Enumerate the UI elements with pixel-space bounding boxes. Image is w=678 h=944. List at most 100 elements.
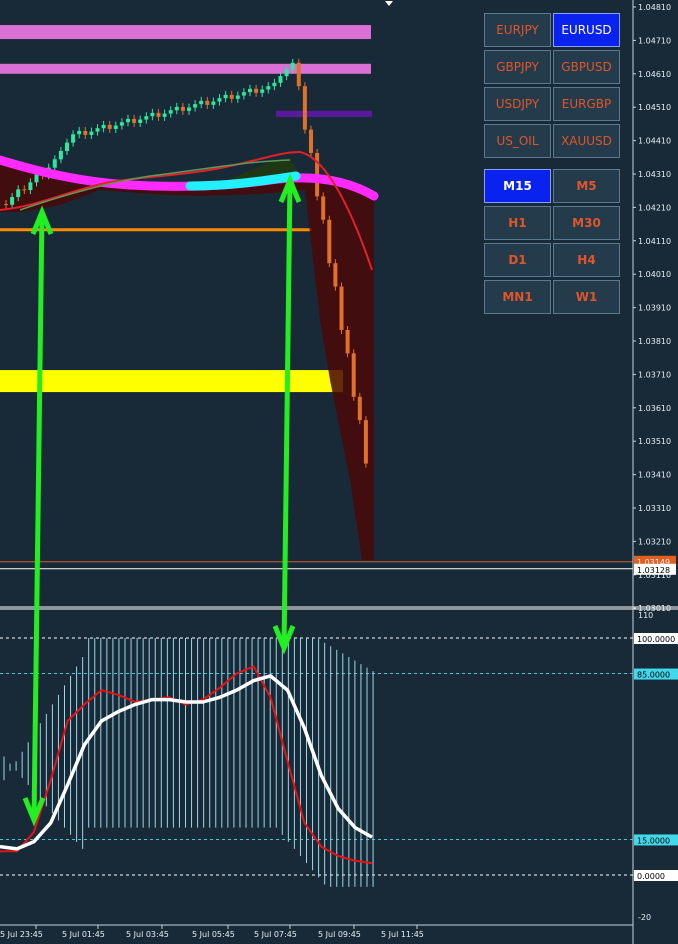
timeframe-button-mn1[interactable]: MN1 (484, 280, 551, 314)
timeframe-button-h1[interactable]: H1 (484, 206, 551, 240)
candle-body (144, 116, 149, 120)
time-axis: 5 Jul 23:45 5 Jul 01:45 5 Jul 03:45 5 Jul 0… (0, 924, 633, 939)
price-axis: 1.04810 1.04710 1.04610 1.04510 1.04410 1.043… (632, 0, 676, 944)
candle-body (58, 150, 63, 160)
candle-body (345, 329, 350, 354)
candle-body (22, 189, 27, 191)
candle-body (52, 159, 57, 168)
price-tick-label: 1.03410 (638, 471, 671, 480)
candle-body (101, 124, 106, 129)
candle-body (95, 128, 100, 132)
price-tick-label: 1.04710 (638, 36, 671, 45)
candle-body (223, 94, 228, 99)
candle-body (211, 101, 216, 105)
symbol-button-us-oil[interactable]: US_OIL (484, 124, 551, 158)
candle-body (156, 112, 161, 117)
price-tick-label: 1.04410 (638, 137, 671, 146)
candle-body (351, 353, 356, 397)
candle-body (107, 124, 112, 129)
timeframe-button-m5[interactable]: M5 (553, 169, 620, 203)
candle-body (16, 189, 21, 198)
candle-body (28, 182, 33, 191)
candle-body (290, 62, 295, 70)
osc-level-tag-label: 85.0000 (637, 671, 670, 680)
symbol-button-usdjpy[interactable]: USDJPY (484, 87, 551, 121)
time-tick-label: 5 Jul 07:45 (254, 930, 297, 939)
candle-body (284, 69, 289, 77)
candle-body (162, 113, 167, 117)
candle-body (254, 88, 259, 93)
candle-body (272, 82, 277, 87)
price-tick-label: 1.03510 (638, 437, 671, 446)
osc-tick-label: -20 (638, 913, 651, 922)
candle-body (321, 196, 326, 220)
candle-body (260, 89, 265, 93)
price-tick-label: 1.04310 (638, 170, 671, 179)
price-tick-label: 1.04110 (638, 237, 671, 246)
price-tick-label: 1.03710 (638, 370, 671, 379)
time-tick-label: 5 Jul 01:45 (62, 930, 105, 939)
candle-body (363, 420, 368, 464)
pink-zone-lower (0, 63, 371, 74)
price-tick-label: 1.04510 (638, 103, 671, 112)
timeframe-button-m30[interactable]: M30 (553, 206, 620, 240)
candle-body (65, 142, 69, 151)
price-tick-label: 1.03310 (638, 504, 671, 513)
price-tick-label: 1.04610 (638, 70, 671, 79)
price-tick-label: 1.03910 (638, 304, 671, 313)
osc-level-tag-label: 100.0000 (637, 635, 675, 644)
price-tick-label: 1.03210 (638, 537, 671, 546)
time-tick-label: 5 Jul 23:45 (0, 930, 43, 939)
timeframe-button-w1[interactable]: W1 (553, 280, 620, 314)
price-tick-label: 1.03810 (638, 337, 671, 346)
arrow-right (281, 179, 293, 649)
candle-body (266, 86, 271, 90)
symbol-button-xauusd[interactable]: XAUUSD (553, 124, 620, 158)
candle-body (71, 134, 76, 143)
candle-body (113, 125, 118, 129)
timeframe-button-h4[interactable]: H4 (553, 243, 620, 277)
candle-body (10, 197, 15, 205)
candle-body (83, 130, 88, 135)
candle-body (296, 62, 301, 87)
candle-body (180, 106, 185, 111)
candle-body (89, 131, 94, 135)
candle-body (339, 286, 344, 330)
time-tick-label: 5 Jul 11:45 (381, 930, 424, 939)
yellow-zone (0, 370, 343, 393)
purple-line (276, 110, 372, 117)
time-tick-label: 5 Jul 03:45 (126, 930, 169, 939)
price-tick-label: 1.04210 (638, 203, 671, 212)
time-tick-label: 5 Jul 05:45 (192, 930, 235, 939)
candle-body (77, 130, 82, 135)
osc-tick-label: 110 (638, 611, 653, 620)
candle-body (229, 94, 234, 99)
bearish-cloud (0, 158, 374, 560)
timeframe-button-d1[interactable]: D1 (484, 243, 551, 277)
candle-body (4, 204, 8, 206)
symbol-button-eurusd[interactable]: EURUSD (553, 13, 620, 47)
price-tick-label: 1.04010 (638, 270, 671, 279)
candle-body (193, 104, 198, 108)
candle-body (217, 98, 222, 102)
oscillator-area[interactable] (0, 637, 633, 887)
candle-body (333, 263, 338, 287)
candle-body (199, 100, 204, 105)
timeframe-button-m15[interactable]: M15 (484, 169, 551, 203)
candle-body (168, 110, 173, 114)
price-tick-label: 1.04810 (638, 3, 671, 12)
shift-marker-icon (385, 1, 393, 6)
candle-body (357, 396, 362, 421)
symbol-button-eurgbp[interactable]: EURGBP (553, 87, 620, 121)
symbol-button-eurjpy[interactable]: EURJPY (484, 13, 551, 47)
price-tick-label: 1.03610 (638, 404, 671, 413)
candle-body (241, 92, 246, 96)
time-tick-label: 5 Jul 09:45 (318, 930, 361, 939)
osc-level-tag-label: 15.0000 (637, 836, 670, 845)
bid-price-tag-label: 1.03128 (637, 566, 670, 575)
candle-body (174, 106, 179, 111)
candle-body (235, 95, 240, 99)
symbol-button-gbpjpy[interactable]: GBPJPY (484, 50, 551, 84)
symbol-button-gbpusd[interactable]: GBPUSD (553, 50, 620, 84)
candle-body (150, 112, 155, 117)
